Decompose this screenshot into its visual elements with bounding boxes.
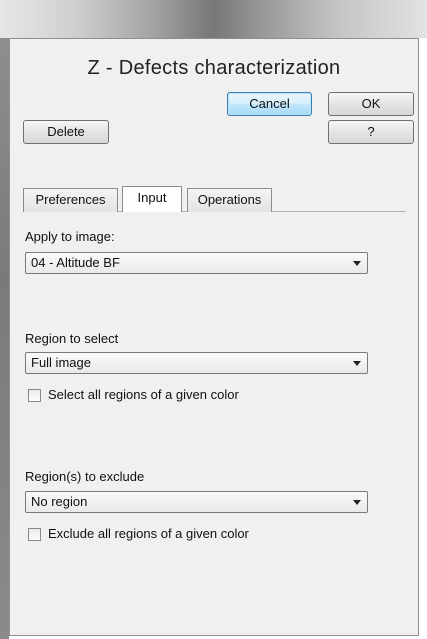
- chevron-down-icon: [353, 361, 361, 366]
- ok-button[interactable]: OK: [328, 92, 414, 116]
- select-all-regions-checkbox[interactable]: [28, 389, 41, 402]
- chevron-down-icon: [353, 500, 361, 505]
- apply-to-image-dropdown[interactable]: 04 - Altitude BF: [25, 252, 368, 274]
- exclude-all-regions-label: Exclude all regions of a given color: [48, 526, 249, 541]
- chevron-down-icon: [353, 261, 361, 266]
- regions-to-exclude-dropdown[interactable]: No region: [25, 491, 368, 513]
- regions-to-exclude-value: No region: [31, 494, 88, 509]
- exclude-all-regions-checkbox[interactable]: [28, 528, 41, 541]
- delete-button[interactable]: Delete: [23, 120, 109, 144]
- apply-to-image-value: 04 - Altitude BF: [31, 255, 120, 270]
- background-blur: [0, 0, 427, 38]
- tab-operations[interactable]: Operations: [187, 188, 272, 212]
- regions-to-exclude-label: Region(s) to exclude: [25, 469, 145, 484]
- select-all-regions-label: Select all regions of a given color: [48, 387, 239, 402]
- dialog-title: Z - Defects characterization: [87, 57, 341, 79]
- region-to-select-value: Full image: [31, 355, 91, 370]
- region-to-select-label: Region to select: [25, 331, 119, 346]
- region-to-select-dropdown[interactable]: Full image: [25, 352, 368, 374]
- apply-to-image-label: Apply to image:: [25, 229, 115, 244]
- cancel-button[interactable]: Cancel: [227, 92, 312, 116]
- tab-input[interactable]: Input: [122, 186, 182, 212]
- tab-preferences[interactable]: Preferences: [23, 188, 118, 212]
- help-button[interactable]: ?: [328, 120, 414, 144]
- window-left-edge: [0, 38, 9, 639]
